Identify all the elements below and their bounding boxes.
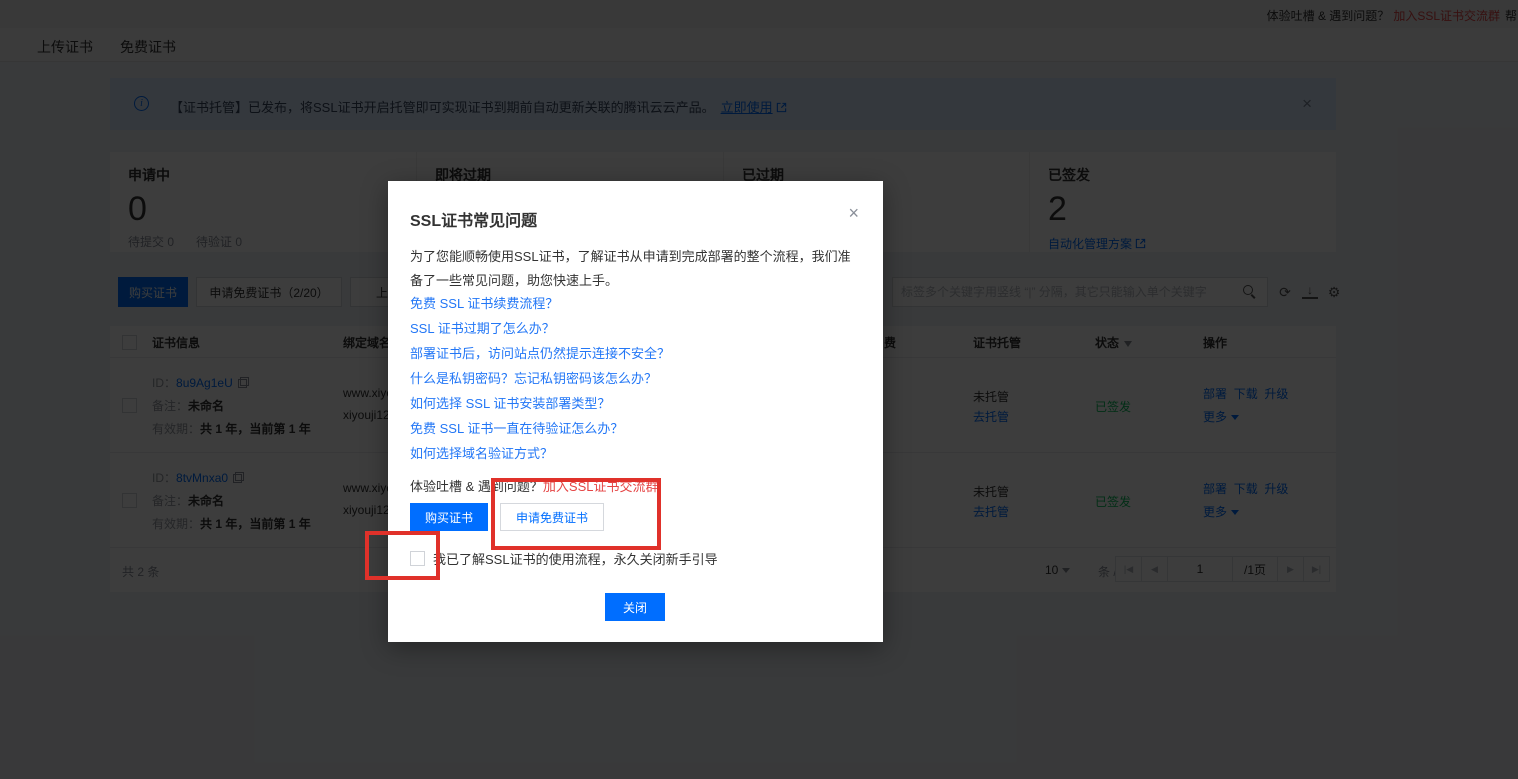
annotation-rect-checkbox <box>365 531 440 580</box>
faq-link-renewal[interactable]: 免费 SSL 证书续费流程？ <box>410 293 558 312</box>
annotation-rect-free-cert <box>491 478 661 550</box>
dialog-title: SSL证书常见问题 <box>410 207 537 231</box>
faq-link-expired[interactable]: SSL 证书过期了怎么办？ <box>410 318 555 337</box>
faq-link-pending[interactable]: 免费 SSL 证书一直在待验证怎么办？ <box>410 418 623 437</box>
dont-show-again-label: 我已了解SSL证书的使用流程，永久关闭新手引导 <box>433 549 718 568</box>
buy-cert-button[interactable]: 购买证书 <box>410 503 488 531</box>
faq-link-insecure[interactable]: 部署证书后，访问站点仍然提示连接不安全？ <box>410 343 670 362</box>
dialog-close-icon[interactable]: × <box>848 203 859 224</box>
faq-link-deploy-type[interactable]: 如何选择 SSL 证书安装部署类型？ <box>410 393 610 412</box>
faq-link-verify-method[interactable]: 如何选择域名验证方式？ <box>410 443 553 462</box>
faq-link-private-key[interactable]: 什么是私钥密码？忘记私钥密码该怎么办？ <box>410 368 657 387</box>
ssl-faq-dialog: SSL证书常见问题 × 为了您能顺畅使用SSL证书，了解证书从申请到完成部署的整… <box>388 181 883 642</box>
dialog-intro-text: 为了您能顺畅使用SSL证书，了解证书从申请到完成部署的整个流程，我们准备了一些常… <box>410 245 862 293</box>
close-dialog-button[interactable]: 关闭 <box>605 593 665 621</box>
